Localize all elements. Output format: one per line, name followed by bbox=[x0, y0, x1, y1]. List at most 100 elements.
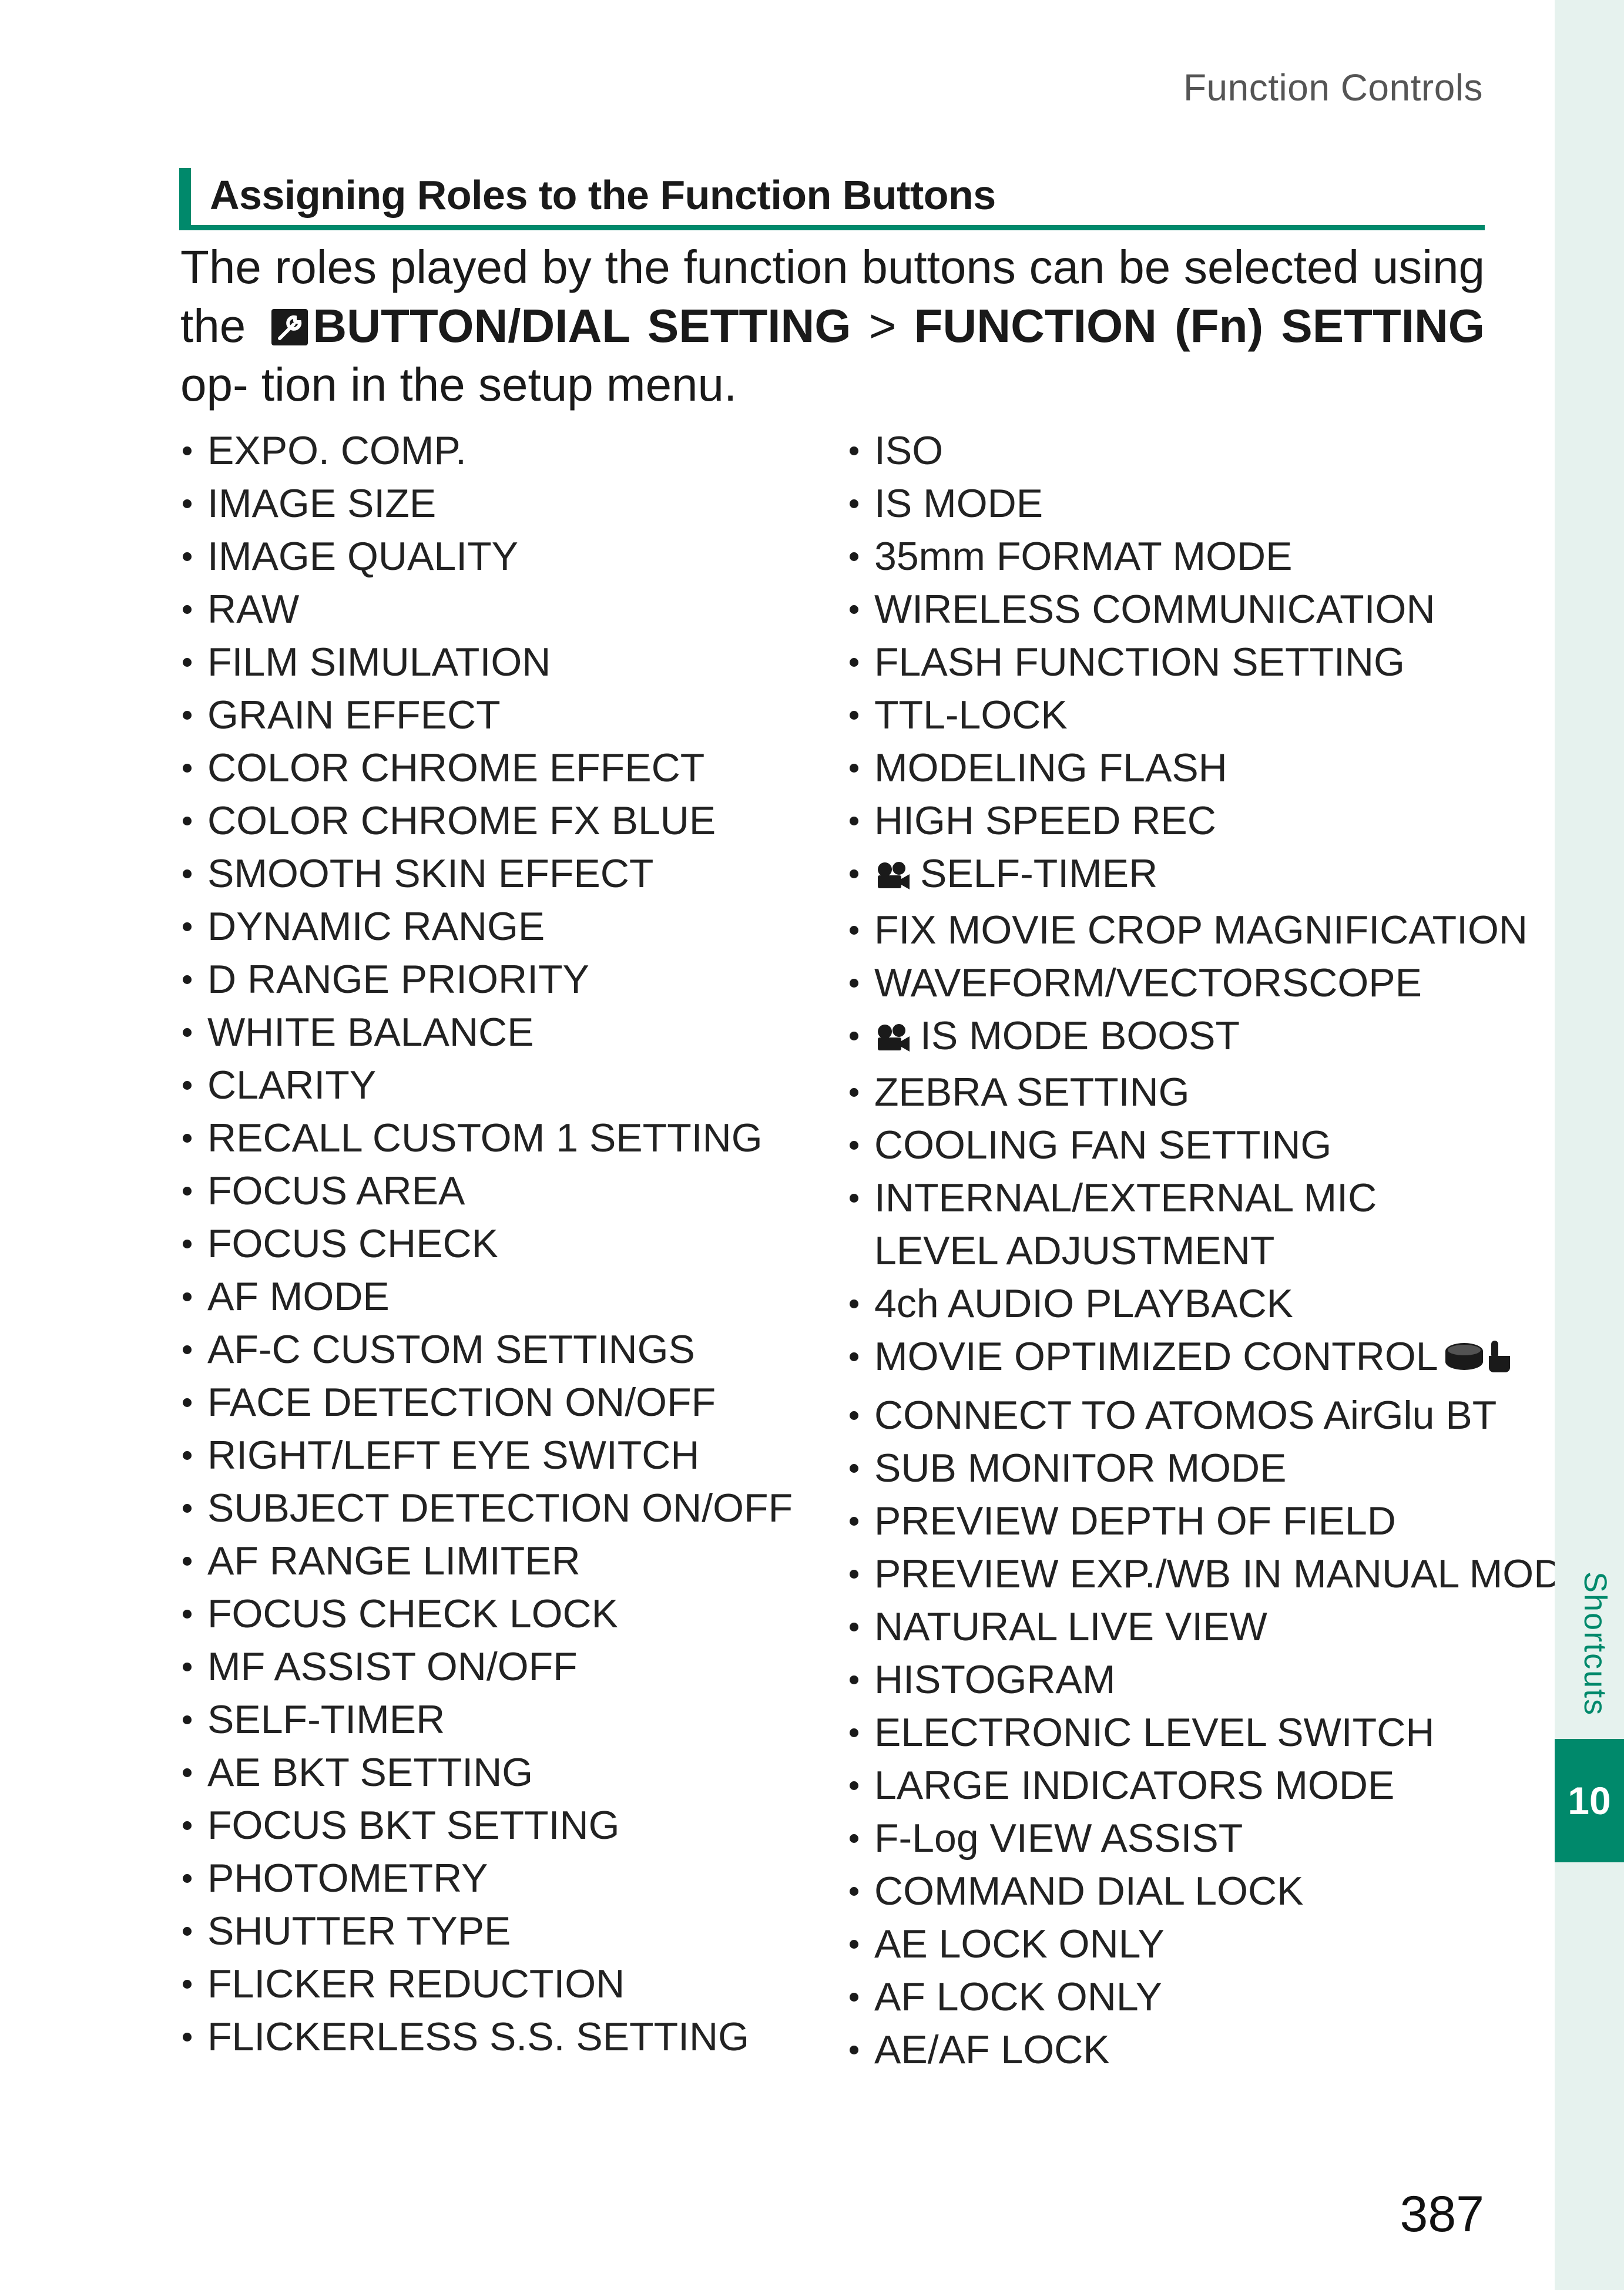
bullet bbox=[183, 975, 192, 984]
list-item: RIGHT/LEFT EYE SWITCH bbox=[180, 1429, 793, 1482]
bullet bbox=[850, 658, 858, 667]
list-item-label: ELECTRONIC LEVEL SWITCH bbox=[874, 1710, 1435, 1755]
bullet bbox=[850, 1411, 858, 1420]
bullet bbox=[850, 1781, 858, 1790]
list-item-label: TTL-LOCK bbox=[874, 693, 1068, 737]
list-item-label: SUBJECT DETECTION ON/OFF bbox=[207, 1486, 793, 1530]
list-item: FACE DETECTION ON/OFF bbox=[180, 1376, 793, 1429]
list-item-label: SELF-TIMER bbox=[207, 1697, 445, 1742]
list-item-label: HISTOGRAM bbox=[874, 1657, 1116, 1702]
list-item-label: GRAIN EFFECT bbox=[207, 693, 501, 737]
bullet bbox=[183, 1134, 192, 1143]
list-item-label: WIRELESS COMMUNICATION bbox=[874, 587, 1435, 632]
list-item: FOCUS BKT SETTING bbox=[180, 1799, 793, 1852]
list-item: GRAIN EFFECT bbox=[180, 689, 793, 741]
list-item: NATURAL LIVE VIEW bbox=[847, 1600, 1589, 1653]
bullet bbox=[850, 1141, 858, 1150]
list-item: COLOR CHROME FX BLUE bbox=[180, 794, 793, 847]
list-item-label: MOVIE OPTIMIZED CONTROL bbox=[874, 1334, 1438, 1379]
list-item-label: DYNAMIC RANGE bbox=[207, 904, 545, 949]
menu-separator: > bbox=[851, 300, 914, 352]
list-item-label: WHITE BALANCE bbox=[207, 1010, 534, 1055]
bullet bbox=[183, 817, 192, 825]
bullet bbox=[183, 1874, 192, 1883]
left-function-list: EXPO. COMP. IMAGE SIZE IMAGE QUALITY RAW FIL… bbox=[180, 424, 793, 2063]
list-item: COLOR CHROME EFFECT bbox=[180, 741, 793, 794]
bullet bbox=[183, 446, 192, 455]
bullet bbox=[850, 2046, 858, 2054]
list-item: SELF-TIMER bbox=[847, 847, 1589, 904]
list-item: MOVIE OPTIMIZED CONTROL bbox=[847, 1330, 1589, 1389]
bullet bbox=[850, 552, 858, 561]
bullet bbox=[850, 1517, 858, 1526]
list-item-label: CLARITY bbox=[207, 1063, 377, 1107]
bullet bbox=[183, 764, 192, 773]
list-item-label: HIGH SPEED REC bbox=[874, 798, 1216, 843]
bullet bbox=[183, 1821, 192, 1830]
list-item: FLICKERLESS S.S. SETTING bbox=[180, 2010, 793, 2063]
bullet bbox=[183, 1345, 192, 1354]
bullet bbox=[183, 922, 192, 931]
list-item: EXPO. COMP. bbox=[180, 424, 793, 477]
list-item-label: FOCUS CHECK bbox=[207, 1221, 498, 1266]
list-item: 4ch AUDIO PLAYBACK bbox=[847, 1277, 1589, 1330]
list-item: SUB MONITOR MODE bbox=[847, 1442, 1589, 1495]
bullet bbox=[850, 1570, 858, 1579]
list-item-label: PREVIEW DEPTH OF FIELD bbox=[874, 1499, 1396, 1543]
list-item: MODELING FLASH bbox=[847, 741, 1589, 794]
bullet bbox=[850, 1300, 858, 1308]
list-item: IMAGE QUALITY bbox=[180, 530, 793, 583]
list-item: 35mm FORMAT MODE bbox=[847, 530, 1589, 583]
list-item-label: COMMAND DIAL LOCK bbox=[874, 1869, 1304, 1913]
intro-paragraph: The roles played by the function buttons… bbox=[180, 238, 1485, 414]
movie-camera-icon bbox=[874, 851, 912, 904]
bullet bbox=[183, 1610, 192, 1619]
bullet bbox=[850, 605, 858, 614]
section-title: Assigning Roles to the Function Buttons bbox=[210, 172, 996, 218]
list-item: DYNAMIC RANGE bbox=[180, 900, 793, 953]
wrench-setup-icon bbox=[271, 309, 308, 345]
bullet bbox=[183, 552, 192, 561]
list-item: FILM SIMULATION bbox=[180, 636, 793, 689]
page-number: 387 bbox=[1400, 2186, 1485, 2242]
bullet bbox=[850, 1887, 858, 1896]
list-item-label: AF MODE bbox=[207, 1274, 390, 1319]
list-item-label: RECALL CUSTOM 1 SETTING bbox=[207, 1116, 763, 1160]
list-item: CLARITY bbox=[180, 1059, 793, 1112]
list-item: COOLING FAN SETTING bbox=[847, 1119, 1589, 1171]
list-item-label: 4ch AUDIO PLAYBACK bbox=[874, 1281, 1294, 1326]
bullet bbox=[183, 1715, 192, 1724]
bullet bbox=[850, 869, 858, 878]
bullet bbox=[183, 1927, 192, 1936]
bullet bbox=[183, 1292, 192, 1301]
right-function-list: ISO IS MODE 35mm FORMAT MODE WIRELESS COMMU… bbox=[847, 424, 1589, 2076]
list-item-label: EXPO. COMP. bbox=[207, 428, 467, 473]
list-item-label: FOCUS AREA bbox=[207, 1168, 465, 1213]
bullet bbox=[183, 1240, 192, 1248]
list-item: FIX MOVIE CROP MAGNIFICATION bbox=[847, 904, 1589, 956]
list-item: RAW bbox=[180, 583, 793, 636]
list-item-label: AF LOCK ONLY bbox=[874, 1975, 1162, 2019]
list-item: SUBJECT DETECTION ON/OFF bbox=[180, 1482, 793, 1534]
bullet bbox=[850, 1464, 858, 1473]
list-item-label: COLOR CHROME FX BLUE bbox=[207, 798, 716, 843]
list-item: IS MODE bbox=[847, 477, 1589, 530]
bullet bbox=[183, 1557, 192, 1566]
running-header: Function Controls bbox=[1183, 66, 1483, 109]
list-item-label: D RANGE PRIORITY bbox=[207, 957, 589, 1002]
list-item-label: FOCUS BKT SETTING bbox=[207, 1803, 620, 1848]
list-item-label: PREVIEW EXP./WB IN MANUAL MODE bbox=[874, 1552, 1589, 1596]
bullet bbox=[850, 1834, 858, 1843]
bullet bbox=[850, 1675, 858, 1684]
bullet bbox=[183, 1768, 192, 1777]
bullet bbox=[183, 711, 192, 720]
bullet bbox=[183, 1663, 192, 1671]
list-item-label: MF ASSIST ON/OFF bbox=[207, 1644, 578, 1689]
bullet bbox=[183, 1451, 192, 1460]
bullet bbox=[183, 1028, 192, 1037]
list-item-label: FLASH FUNCTION SETTING bbox=[874, 640, 1405, 684]
bullet bbox=[183, 2033, 192, 2041]
list-item: CONNECT TO ATOMOS AirGlu BT bbox=[847, 1389, 1589, 1442]
list-item: WAVEFORM/VECTORSCOPE bbox=[847, 956, 1589, 1009]
list-item-label: FACE DETECTION ON/OFF bbox=[207, 1380, 716, 1425]
